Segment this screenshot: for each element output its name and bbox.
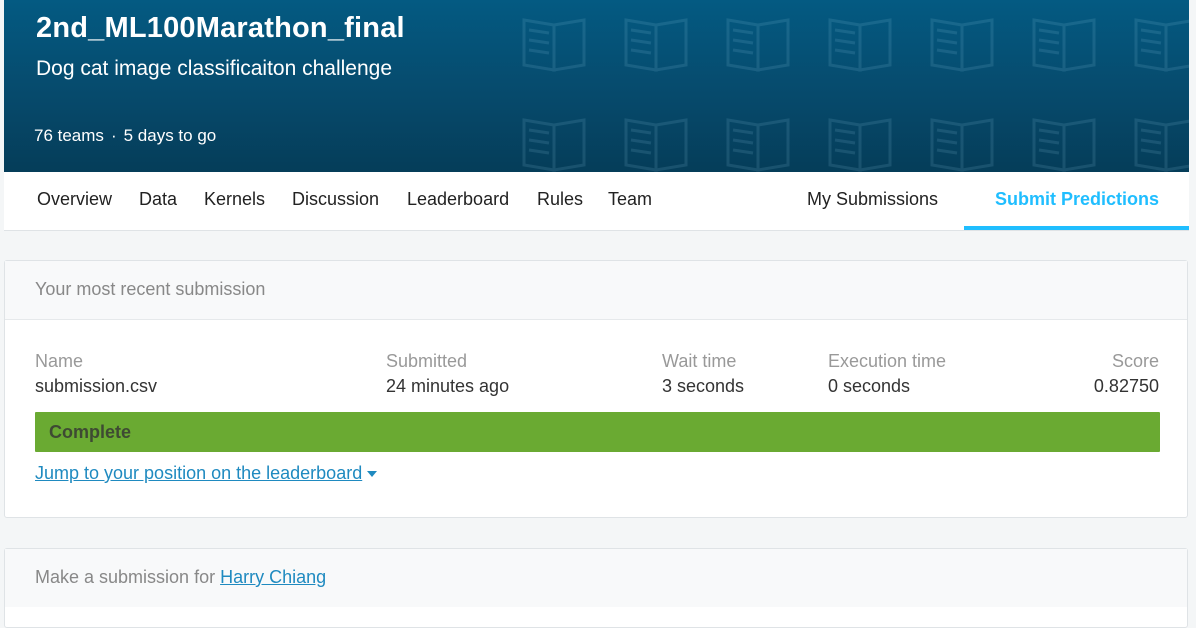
execution-time-value: 0 seconds: [828, 376, 911, 396]
make-submission-header: Make a submission for Harry Chiang: [5, 549, 1187, 607]
competition-header: 2nd_ML100Marathon_final Dog cat image cl…: [4, 0, 1189, 172]
competition-subtitle: Dog cat image classificaiton challenge: [36, 57, 393, 80]
tab-data[interactable]: Data: [139, 189, 177, 210]
recent-submission-header: Your most recent submission: [5, 261, 1187, 320]
jump-link-label: Jump to your position on the leaderboard: [35, 463, 363, 483]
tab-my-submissions[interactable]: My Submissions: [807, 189, 938, 210]
recent-submission-heading: Your most recent submission: [35, 279, 266, 299]
execution-time-label: Execution time: [828, 351, 947, 371]
name-value: submission.csv: [35, 376, 158, 396]
user-profile-link[interactable]: Harry Chiang: [220, 567, 326, 587]
score-value: 0.82750: [1093, 376, 1159, 396]
tab-overview[interactable]: Overview: [37, 189, 112, 210]
jump-to-leaderboard-link[interactable]: Jump to your position on the leaderboard: [35, 463, 378, 484]
competition-meta: 76 teams · 5 days to go: [34, 126, 216, 146]
tab-discussion[interactable]: Discussion: [292, 189, 379, 210]
submitted-label: Submitted: [386, 351, 468, 371]
caret-down-icon: [367, 471, 378, 478]
status-bar: Complete: [35, 412, 1160, 452]
name-label: Name: [35, 351, 84, 371]
tab-team[interactable]: Team: [608, 189, 652, 210]
recent-submission-card: Your most recent submission Name submiss…: [4, 260, 1188, 518]
meta-separator: ·: [110, 126, 117, 145]
score-label: Score: [1111, 351, 1159, 371]
active-tab-indicator: [964, 226, 1189, 230]
tab-leaderboard[interactable]: Leaderboard: [407, 189, 509, 210]
team-count: 76 teams: [34, 126, 104, 145]
competition-title: 2nd_ML100Marathon_final: [36, 12, 405, 44]
status-text: Complete: [49, 422, 132, 442]
make-submission-card: Make a submission for Harry Chiang: [4, 548, 1188, 628]
wait-time-value: 3 seconds: [662, 376, 745, 396]
submitted-value: 24 minutes ago: [386, 376, 510, 396]
make-submission-heading: Make a submission for Harry Chiang: [35, 567, 326, 588]
tab-rules[interactable]: Rules: [537, 189, 583, 210]
wait-time-label: Wait time: [662, 351, 737, 371]
tab-submit-predictions[interactable]: Submit Predictions: [995, 189, 1159, 210]
deadline: 5 days to go: [123, 126, 217, 145]
competition-nav: Overview Data Kernels Discussion Leaderb…: [4, 172, 1189, 231]
make-submission-prefix: Make a submission for: [35, 567, 216, 587]
tab-kernels[interactable]: Kernels: [204, 189, 265, 210]
